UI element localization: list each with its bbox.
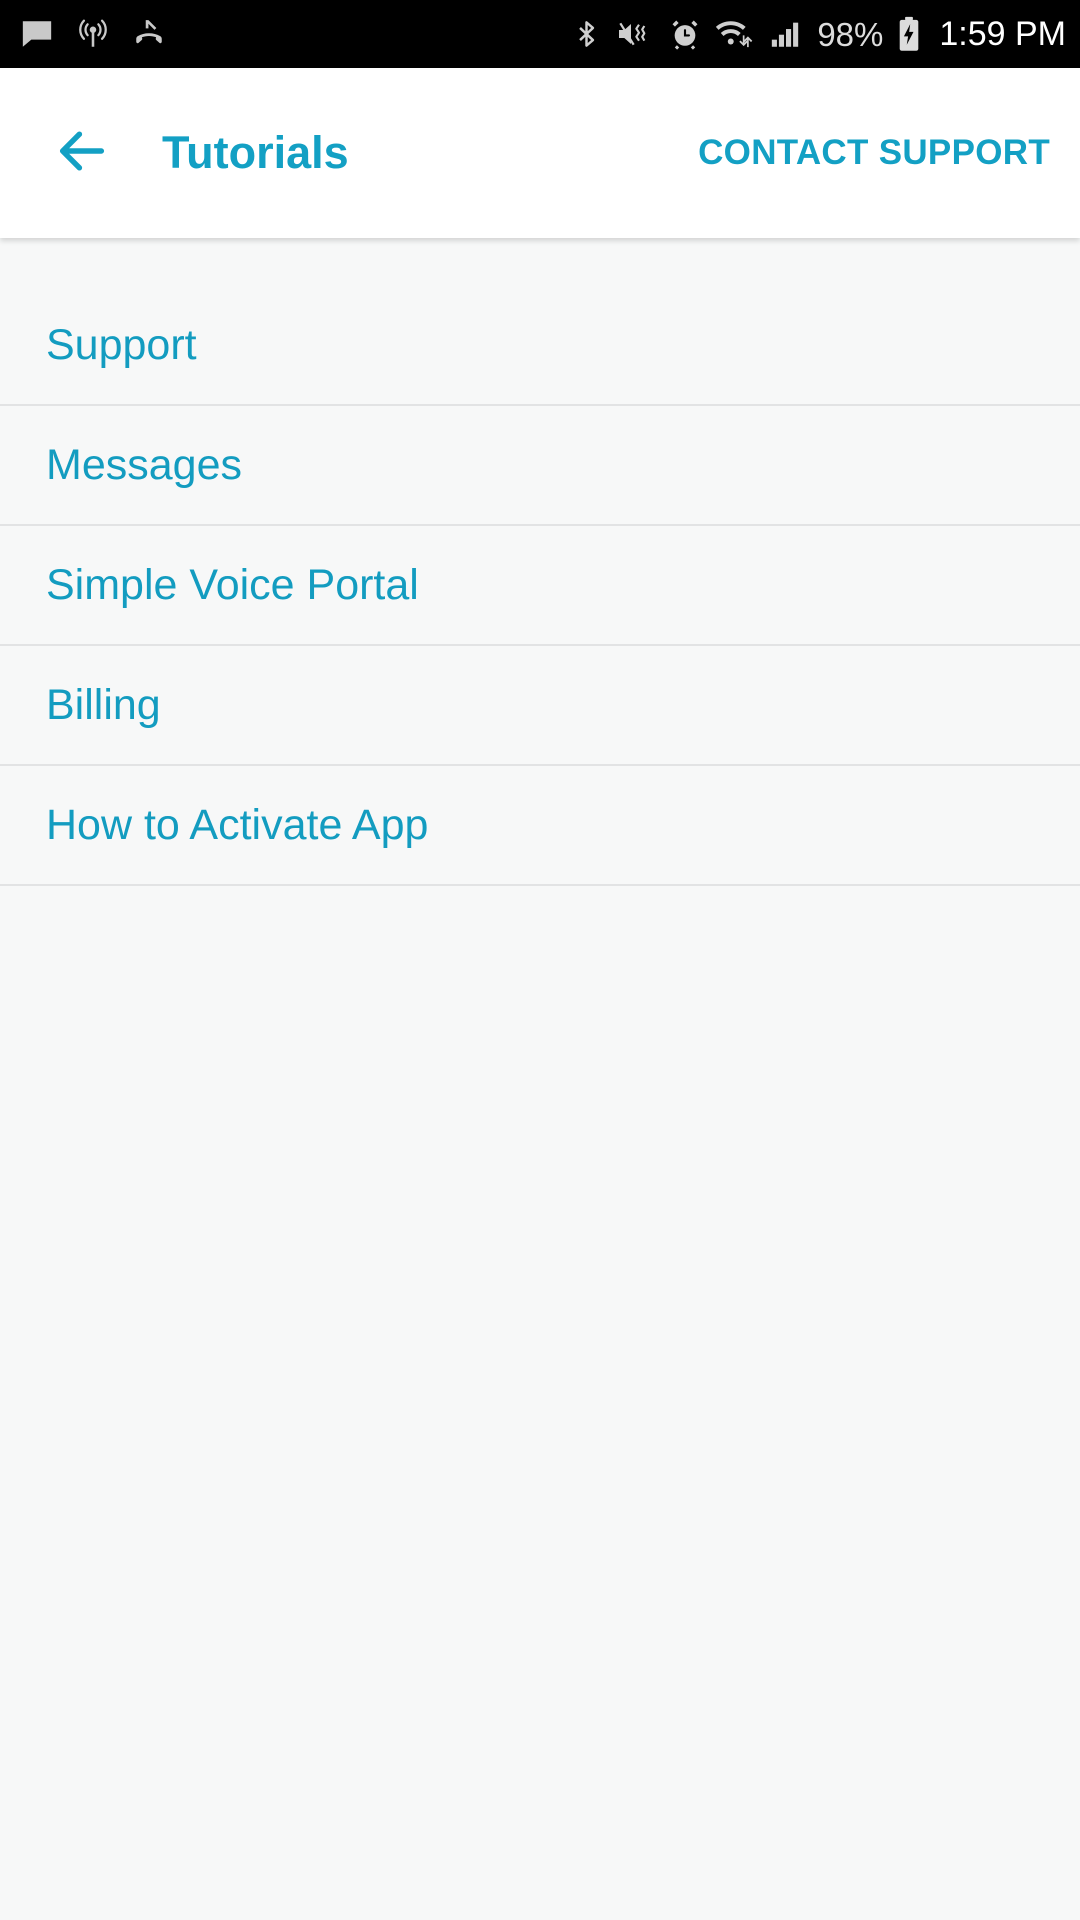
app-bar: Tutorials CONTACT SUPPORT bbox=[0, 68, 1080, 238]
page-title: Tutorials bbox=[162, 127, 349, 178]
bluetooth-icon bbox=[571, 16, 602, 52]
status-bar-left-icons bbox=[20, 17, 166, 51]
tutorials-list: Support Messages Simple Voice Portal Bil… bbox=[0, 238, 1080, 886]
contact-support-button[interactable]: CONTACT SUPPORT bbox=[694, 119, 1054, 187]
list-item-label: Billing bbox=[46, 680, 161, 729]
status-bar: 98% 1:59 PM bbox=[0, 0, 1080, 68]
list-item-label: Simple Voice Portal bbox=[46, 560, 419, 609]
list-item-support[interactable]: Support bbox=[0, 286, 1080, 406]
battery-percent-label: 98% bbox=[817, 15, 884, 53]
wifi-icon bbox=[715, 17, 755, 51]
arrow-left-icon bbox=[51, 120, 113, 187]
list-item-how-to-activate-app[interactable]: How to Activate App bbox=[0, 766, 1080, 886]
status-bar-clock: 1:59 PM bbox=[939, 15, 1066, 53]
list-item-label: Support bbox=[46, 320, 197, 369]
list-item-billing[interactable]: Billing bbox=[0, 646, 1080, 766]
list-item-simple-voice-portal[interactable]: Simple Voice Portal bbox=[0, 526, 1080, 646]
status-bar-right-icons: 98% 1:59 PM bbox=[571, 16, 1066, 52]
alarm-clock-icon bbox=[668, 17, 702, 51]
cast-broadcast-icon bbox=[76, 17, 110, 51]
list-item-messages[interactable]: Messages bbox=[0, 406, 1080, 526]
battery-charging-icon bbox=[896, 16, 922, 52]
message-icon bbox=[20, 17, 54, 51]
list-item-label: Messages bbox=[46, 440, 242, 489]
back-button[interactable] bbox=[40, 111, 124, 195]
mute-vibrate-icon bbox=[615, 17, 655, 51]
missed-call-icon bbox=[132, 17, 166, 51]
cellular-signal-icon bbox=[768, 17, 804, 51]
list-item-label: How to Activate App bbox=[46, 800, 429, 849]
